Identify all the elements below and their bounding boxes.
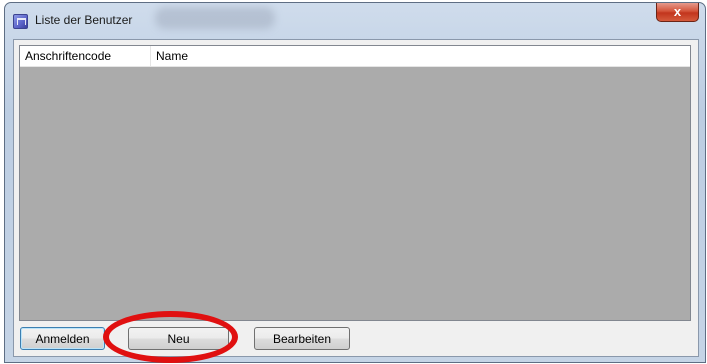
column-header-name[interactable]: Name — [151, 46, 271, 66]
neu-button[interactable]: Neu — [128, 327, 229, 350]
list-header: Anschriftencode Name — [20, 46, 690, 67]
dialog-body: Anschriftencode Name Anmelden Neu Bearbe… — [13, 39, 699, 357]
user-list-view[interactable]: Anschriftencode Name — [19, 45, 691, 321]
blurred-title-region — [155, 7, 275, 29]
window-title: Liste der Benutzer — [35, 13, 133, 27]
column-header-anschriftencode[interactable]: Anschriftencode — [20, 46, 151, 66]
title-bar[interactable]: Liste der Benutzer x — [5, 3, 705, 39]
close-button[interactable]: x — [656, 3, 699, 22]
user-list-window: Liste der Benutzer x Anschriftencode Nam… — [4, 2, 706, 363]
anmelden-button[interactable]: Anmelden — [20, 327, 105, 350]
bearbeiten-button[interactable]: Bearbeiten — [254, 327, 350, 350]
app-icon — [13, 14, 28, 29]
close-icon: x — [673, 4, 682, 19]
